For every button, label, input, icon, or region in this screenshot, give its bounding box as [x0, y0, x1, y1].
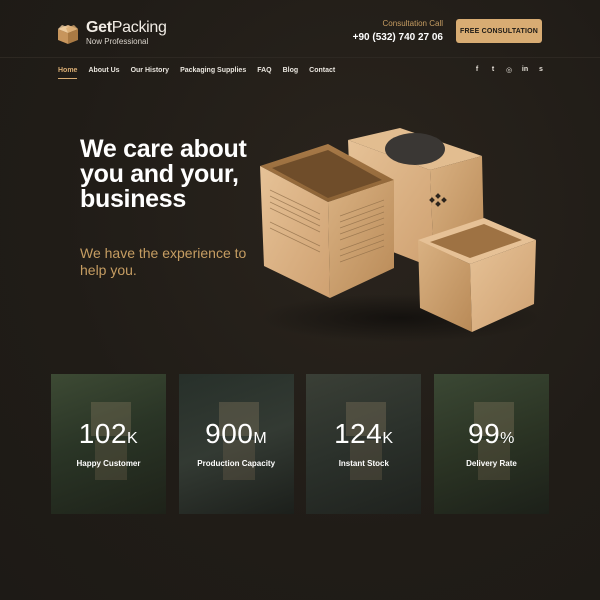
stat-card: 900M Production Capacity — [178, 374, 294, 514]
stat-label: Delivery Rate — [466, 459, 517, 468]
facebook-icon[interactable]: f — [473, 66, 481, 74]
stats-row: 102K Happy Customer 900M Production Capacit… — [51, 374, 549, 514]
brand-logo[interactable]: GetPacking Now Professional — [56, 20, 167, 47]
stat-label: Instant Stock — [338, 459, 389, 468]
nav-item-our-history[interactable]: Our History — [131, 67, 170, 79]
stat-value: 124K — [306, 418, 421, 450]
stat-card: 124K Instant Stock — [306, 374, 422, 514]
consultation-label: Consultation Call — [382, 19, 443, 28]
hero-subtitle: We have the experience to help you. — [80, 245, 247, 278]
header-divider — [0, 57, 600, 58]
nav-item-home[interactable]: Home — [58, 67, 78, 79]
boxes-illustration — [260, 128, 540, 342]
social-links: f t ◎ in s — [465, 66, 545, 74]
stat-card: 102K Happy Customer — [51, 374, 166, 514]
stat-label: Production Capacity — [197, 459, 276, 468]
box-logo-icon — [58, 24, 78, 44]
nav-item-about-us[interactable]: About Us — [88, 67, 119, 79]
brand-tagline: Now Professional — [86, 37, 149, 46]
nav-item-contact[interactable]: Contact — [309, 67, 335, 79]
hero-title: We care about you and your, business — [80, 135, 247, 213]
stat-unit: K — [127, 430, 139, 447]
main-nav: Home About Us Our History Packaging Supplie… — [58, 67, 346, 79]
stat-value: 102K — [51, 418, 166, 450]
stat-unit: % — [500, 430, 515, 447]
brand-name: GetPacking — [86, 19, 167, 36]
stat-label: Happy Customer — [76, 459, 141, 468]
page: GetPacking Now Professional Consultation… — [0, 0, 600, 600]
stat-unit: M — [253, 430, 268, 447]
free-consultation-button[interactable]: FREE CONSULTATION — [456, 19, 542, 43]
consultation-phone[interactable]: +90 (532) 740 27 06 — [353, 31, 443, 45]
stat-card: 99% Delivery Rate — [433, 374, 549, 514]
instagram-icon[interactable]: ◎ — [505, 66, 513, 74]
stat-number: 99 — [468, 418, 501, 449]
nav-item-faq[interactable]: FAQ — [257, 67, 271, 79]
skype-icon[interactable]: s — [537, 66, 545, 74]
stat-unit: K — [382, 430, 394, 447]
nav-item-blog[interactable]: Blog — [283, 67, 299, 79]
stat-value: 99% — [434, 418, 549, 450]
twitter-icon[interactable]: t — [489, 66, 497, 74]
stat-number: 124 — [334, 418, 383, 449]
stat-number: 102 — [78, 418, 128, 449]
stat-number: 900 — [205, 418, 254, 449]
nav-item-packaging-supplies[interactable]: Packaging Supplies — [180, 67, 246, 79]
linkedin-icon[interactable]: in — [521, 66, 529, 74]
stat-value: 900M — [179, 418, 294, 450]
consultation-info: Consultation Call +90 (532) 740 27 06 — [353, 19, 443, 45]
